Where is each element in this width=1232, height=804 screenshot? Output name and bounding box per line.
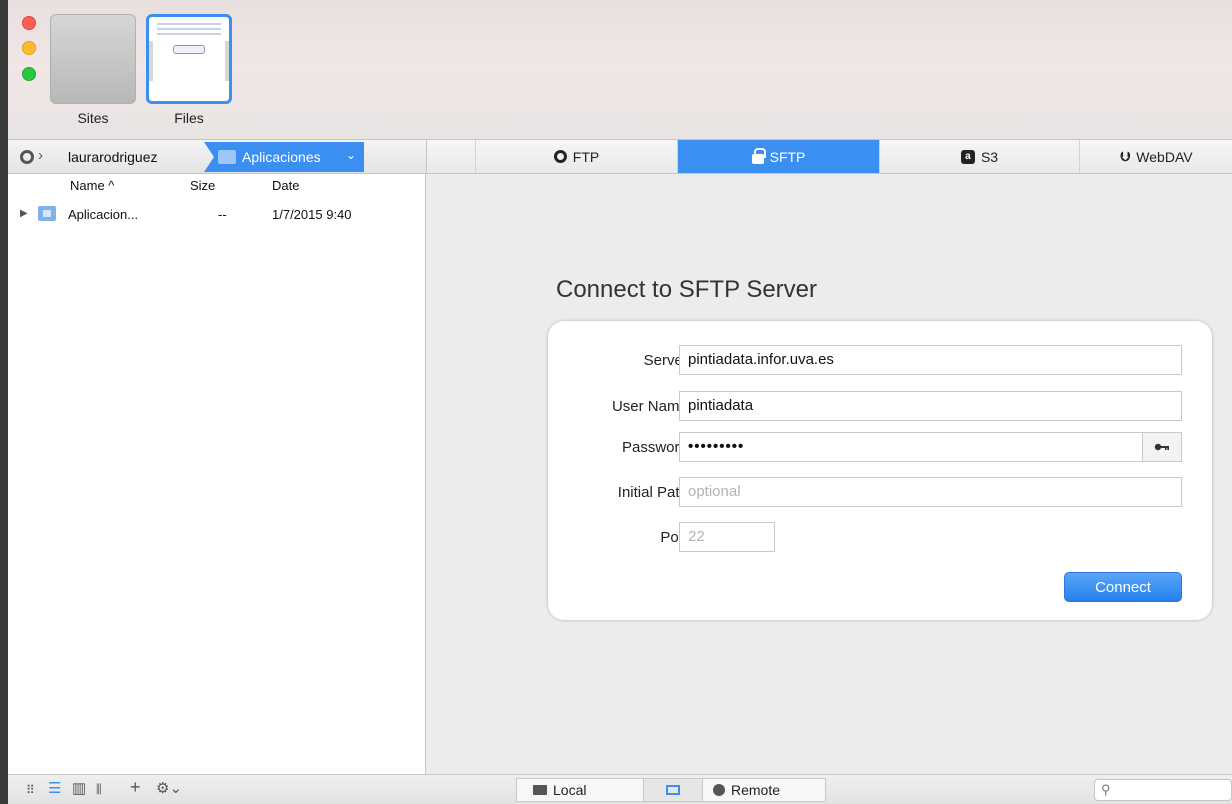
split-view-button[interactable] bbox=[643, 779, 703, 801]
password-field[interactable]: ••••••••• bbox=[679, 432, 1143, 462]
globe-icon bbox=[713, 784, 725, 796]
thumbnail-line bbox=[157, 28, 221, 30]
local-button[interactable]: Local bbox=[517, 779, 643, 801]
key-icon bbox=[1154, 443, 1169, 451]
remote-label: Remote bbox=[731, 782, 781, 798]
add-button[interactable]: + bbox=[130, 777, 141, 798]
column-view-icon[interactable]: ▥ bbox=[72, 779, 86, 797]
column-header-name[interactable]: Name ^ bbox=[70, 178, 114, 193]
server-field[interactable]: pintiadata.infor.uva.es bbox=[679, 345, 1182, 375]
files-mode-button[interactable] bbox=[146, 14, 232, 104]
zoom-window-button[interactable] bbox=[22, 67, 36, 81]
icon-view-icon[interactable]: ⠿ bbox=[26, 783, 35, 797]
row-name: Aplicacion... bbox=[68, 207, 139, 222]
thumbnail-side bbox=[225, 41, 229, 81]
file-list: Name ^ Size Date ▶ Aplicacion... -- 1/7/… bbox=[8, 174, 426, 774]
breadcrumb-folder-label: Aplicaciones bbox=[242, 149, 321, 165]
breadcrumb-current-folder[interactable]: Aplicaciones ⌄ bbox=[204, 142, 364, 172]
tab-sftp-label: SFTP bbox=[769, 148, 806, 165]
row-size: -- bbox=[218, 207, 227, 222]
table-row[interactable]: ▶ Aplicacion... -- 1/7/2015 9:40 bbox=[8, 204, 426, 224]
connect-form: Server: pintiadata.infor.uva.es User Nam… bbox=[548, 321, 1212, 620]
disclosure-triangle-icon[interactable]: ▶ bbox=[20, 208, 28, 219]
search-input[interactable]: ⚲ bbox=[1094, 779, 1232, 801]
local-remote-toggle: Local Remote bbox=[516, 778, 826, 802]
s3-icon: a bbox=[960, 149, 975, 164]
sites-mode-label: Sites bbox=[77, 110, 109, 126]
thumbnail-line bbox=[157, 23, 221, 25]
connect-button[interactable]: Connect bbox=[1064, 572, 1182, 602]
webdav-icon: ⮋ bbox=[1120, 148, 1131, 164]
tab-webdav-label: WebDAV bbox=[1136, 148, 1193, 165]
connect-panel: Connect to SFTP Server Server: pintiadat… bbox=[426, 174, 1232, 774]
bottom-toolbar: ⠿ ☰ ▥ ⫼ + ⚙⌄ Local Remote ⚲ bbox=[8, 774, 1232, 804]
close-window-button[interactable] bbox=[22, 16, 36, 30]
chevron-right-icon: › bbox=[38, 147, 43, 164]
keychain-button[interactable] bbox=[1142, 432, 1182, 462]
list-view-icon[interactable]: ☰ bbox=[48, 779, 61, 797]
tab-s3[interactable]: a S3 bbox=[879, 140, 1079, 173]
gear-icon[interactable]: ⚙⌄ bbox=[156, 779, 182, 797]
column-header-date[interactable]: Date bbox=[272, 178, 299, 193]
window-toolbar: Sites Files bbox=[8, 0, 1232, 140]
column-header-size[interactable]: Size bbox=[190, 178, 215, 193]
tab-ftp-label: FTP bbox=[572, 148, 600, 165]
folder-icon bbox=[218, 150, 236, 164]
thumbnail-pill bbox=[173, 45, 205, 54]
app-folder-icon bbox=[38, 206, 56, 221]
split-view-icon bbox=[666, 785, 680, 795]
coverflow-view-icon[interactable]: ⫼ bbox=[96, 782, 102, 797]
page-title: Connect to SFTP Server bbox=[556, 276, 817, 303]
protocol-tabs: FTP SFTP a S3 ⮋ WebDAV bbox=[426, 140, 1232, 174]
drive-icon bbox=[533, 785, 547, 795]
sites-mode-button[interactable] bbox=[50, 14, 136, 104]
initial-path-field[interactable]: optional bbox=[679, 477, 1182, 507]
minimize-window-button[interactable] bbox=[22, 41, 36, 55]
files-mode-label: Files bbox=[174, 110, 204, 126]
location-circle-icon[interactable] bbox=[20, 150, 34, 164]
thumbnail-line bbox=[157, 33, 221, 35]
search-icon: ⚲ bbox=[1101, 782, 1111, 797]
screen-edge bbox=[0, 0, 8, 804]
chevron-down-icon: ⌄ bbox=[346, 148, 357, 162]
lock-icon bbox=[751, 147, 766, 164]
breadcrumb-user[interactable]: laurarodriguez bbox=[68, 149, 158, 165]
username-field[interactable]: pintiadata bbox=[679, 391, 1182, 421]
breadcrumb: › laurarodriguez Aplicaciones ⌄ bbox=[8, 140, 426, 174]
remote-button[interactable]: Remote bbox=[703, 779, 827, 801]
tab-ftp[interactable]: FTP bbox=[475, 140, 677, 173]
tab-webdav[interactable]: ⮋ WebDAV bbox=[1079, 140, 1232, 173]
local-label: Local bbox=[553, 782, 587, 798]
ftp-ring-icon bbox=[553, 150, 567, 163]
row-date: 1/7/2015 9:40 bbox=[272, 207, 352, 222]
thumbnail-side bbox=[149, 41, 153, 81]
tab-s3-label: S3 bbox=[980, 148, 999, 165]
port-field[interactable]: 22 bbox=[679, 522, 775, 552]
tab-sftp[interactable]: SFTP bbox=[677, 140, 879, 173]
